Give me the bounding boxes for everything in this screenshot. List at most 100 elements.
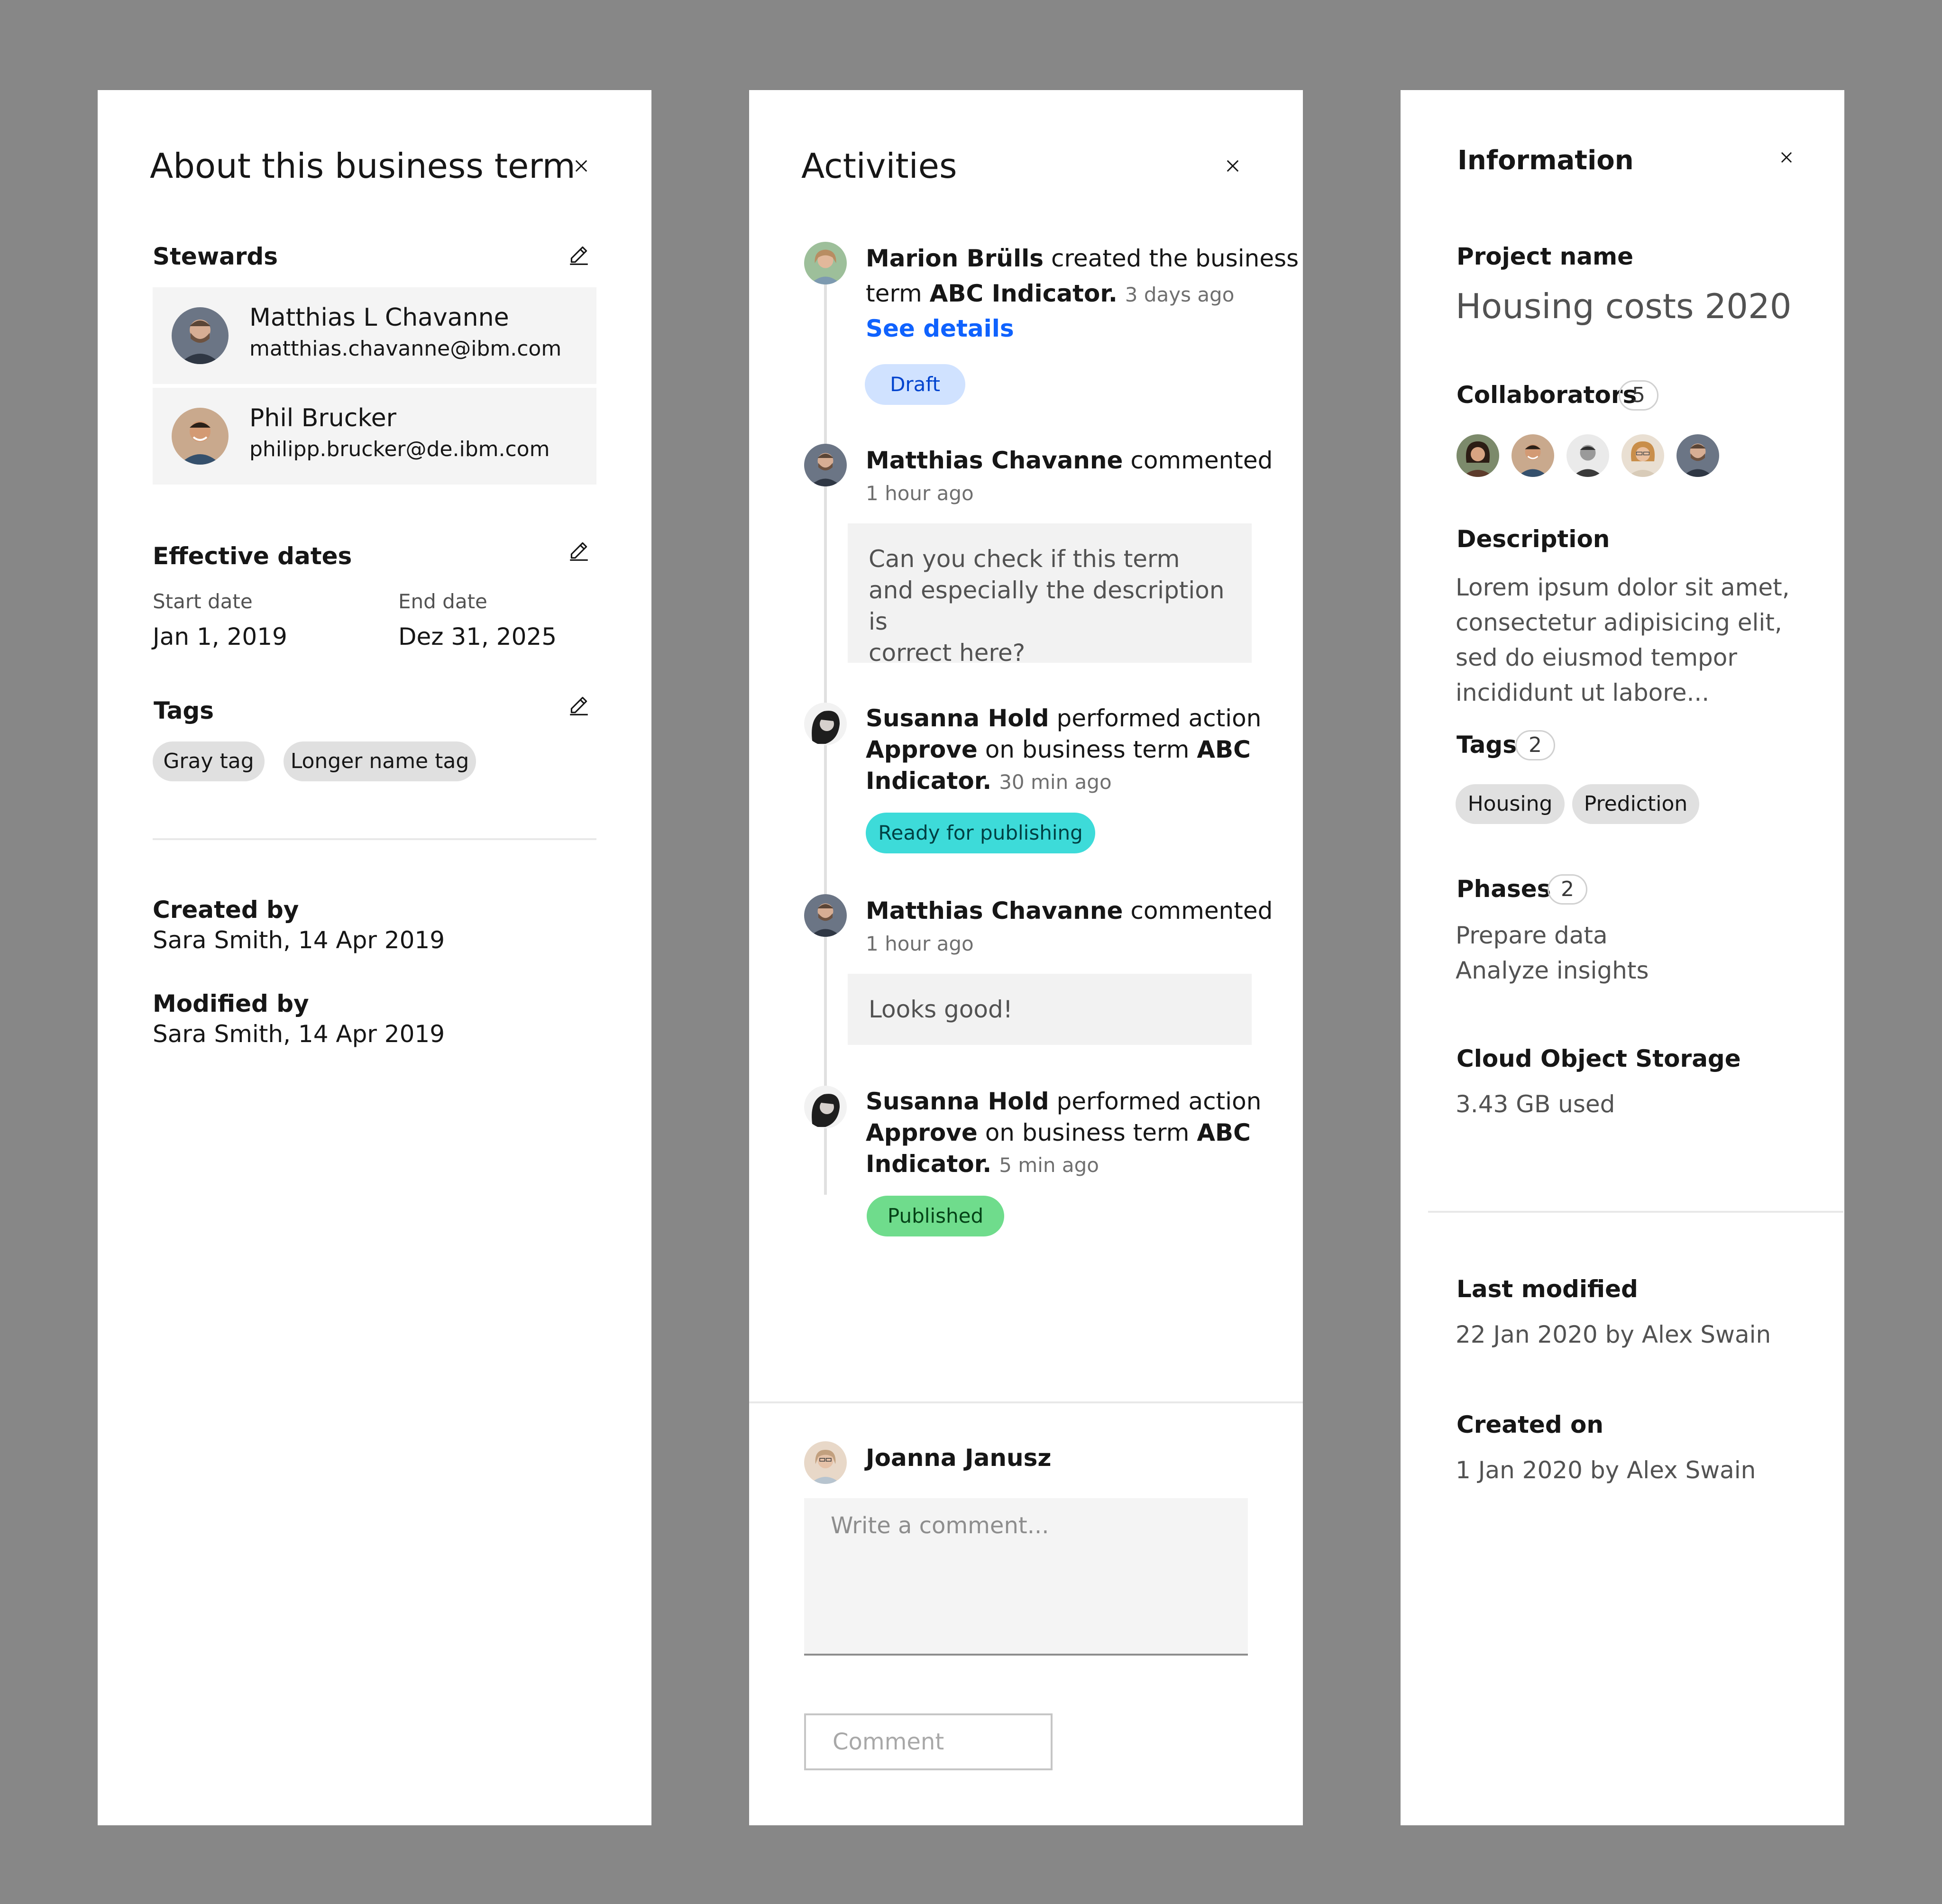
last-modified-label: Last modified <box>1456 1275 1638 1303</box>
avatar <box>804 242 847 284</box>
avatar[interactable] <box>1511 434 1554 477</box>
activity-period: . <box>982 1150 992 1178</box>
status-badge: Draft <box>865 364 965 405</box>
start-date-label: Start date <box>153 590 253 613</box>
storage-label: Cloud Object Storage <box>1456 1045 1741 1072</box>
steward-card[interactable]: Matthias L Chavanne matthias.chavanne@ib… <box>153 287 596 384</box>
activity-line: term ABC Indicator. 3 days ago <box>866 278 1234 311</box>
tag[interactable]: Prediction <box>1572 784 1699 824</box>
activity-author[interactable]: Matthias Chavanne <box>866 897 1123 925</box>
composer-divider <box>749 1401 1303 1403</box>
avatar[interactable] <box>1676 434 1719 477</box>
activity-action: Approve <box>866 736 978 763</box>
created-by-value: Sara Smith, 14 Apr 2019 <box>153 926 445 954</box>
activity-line: Susanna Hold performed action <box>866 703 1261 734</box>
tag[interactable]: Longer name tag <box>284 741 476 781</box>
steward-email: matthias.chavanne@ibm.com <box>249 337 562 361</box>
tag[interactable]: Gray tag <box>153 741 265 781</box>
activity-text: created the business <box>1051 245 1299 272</box>
activity-author[interactable]: Susanna Hold <box>866 705 1049 732</box>
avatar <box>804 444 847 486</box>
activity-object: ABC <box>1197 1119 1251 1146</box>
activity-text: term <box>866 280 922 307</box>
comment-button[interactable]: Comment <box>804 1713 1053 1770</box>
see-details-link[interactable]: See details <box>866 315 1014 342</box>
composer-author: Joanna Janusz <box>866 1442 1051 1474</box>
collaborators-label: Collaborators <box>1456 381 1637 409</box>
activity-period: . <box>1108 280 1118 307</box>
about-panel: About this business term Stewards Matthi… <box>98 90 651 1825</box>
avatar <box>804 894 847 937</box>
project-name-label: Project name <box>1456 243 1633 270</box>
activity-timestamp: 1 hour ago <box>866 482 974 505</box>
close-icon[interactable] <box>572 156 591 175</box>
edit-dates-icon[interactable] <box>567 539 591 562</box>
activity-line: Indicator. 5 min ago <box>866 1148 1099 1181</box>
activity-line: Matthias Chavanne commented <box>866 895 1273 926</box>
collaborators-count: 5 <box>1619 380 1658 411</box>
activity-text: performed action <box>1056 705 1262 732</box>
modified-by-label: Modified by <box>153 990 309 1017</box>
activity-timestamp: 30 min ago <box>999 770 1112 794</box>
activity-text: commented <box>1130 447 1273 474</box>
activity-author[interactable]: Susanna Hold <box>866 1088 1049 1115</box>
close-icon[interactable] <box>1223 156 1242 175</box>
activities-panel: Activities Marion Brülls created the bus… <box>749 90 1303 1825</box>
steward-email: philipp.brucker@de.ibm.com <box>249 437 550 461</box>
activity-author[interactable]: Marion Brülls <box>866 245 1044 272</box>
storage-value: 3.43 GB used <box>1456 1090 1615 1118</box>
phase-item: Analyze insights <box>1456 957 1649 984</box>
avatar[interactable] <box>1456 434 1499 477</box>
activity-timestamp: 5 min ago <box>999 1153 1099 1177</box>
tag[interactable]: Housing <box>1456 784 1565 824</box>
avatar[interactable] <box>1621 434 1664 477</box>
divider <box>153 838 596 840</box>
edit-tags-icon[interactable] <box>567 693 591 717</box>
activity-timestamp: 1 hour ago <box>866 932 974 955</box>
comment-bubble: Looks good! <box>848 974 1252 1045</box>
steward-card[interactable]: Phil Brucker philipp.brucker@de.ibm.com <box>153 388 596 485</box>
steward-name: Matthias L Chavanne <box>249 303 509 332</box>
tags-label: Tags <box>1456 731 1517 759</box>
panel-title: Information <box>1457 145 1634 176</box>
created-on-label: Created on <box>1456 1411 1603 1438</box>
description-text: Lorem ipsum dolor sit amet, consectetur … <box>1456 570 1790 710</box>
activity-object: ABC <box>1197 736 1251 763</box>
activity-line: Marion Brülls created the business <box>866 243 1299 274</box>
created-by-label: Created by <box>153 896 299 924</box>
comment-line: Looks good! <box>869 996 1013 1023</box>
activity-line: Approve on business term ABC <box>866 734 1251 765</box>
start-date-value: Jan 1, 2019 <box>153 623 287 650</box>
stewards-label: Stewards <box>153 243 278 270</box>
panel-title: About this business term <box>150 146 576 186</box>
description-label: Description <box>1456 525 1610 553</box>
end-date-value: Dez 31, 2025 <box>398 623 557 650</box>
avatar[interactable] <box>1566 434 1609 477</box>
activity-action: Approve <box>866 1119 978 1146</box>
activity-line: Indicator. 30 min ago <box>866 765 1112 798</box>
info-panel: Information Project name Housing costs 2… <box>1401 90 1844 1825</box>
activity-line: Matthias Chavanne commented <box>866 445 1273 476</box>
activity-line: Approve on business term ABC <box>866 1117 1251 1148</box>
avatar <box>804 1441 847 1484</box>
comment-line: correct here? <box>869 639 1026 667</box>
activity-author[interactable]: Matthias Chavanne <box>866 447 1123 474</box>
description-line: incididunt ut labore... <box>1456 679 1710 706</box>
phases-count: 2 <box>1548 874 1587 905</box>
activity-object: Indicator <box>866 767 983 795</box>
tags-count: 2 <box>1515 730 1555 760</box>
close-icon[interactable] <box>1778 149 1795 166</box>
edit-stewards-icon[interactable] <box>567 243 591 266</box>
tags-label: Tags <box>154 697 214 724</box>
comment-input[interactable] <box>804 1498 1248 1656</box>
composer-author-name: Joanna Janusz <box>866 1444 1052 1472</box>
activity-timestamp: 3 days ago <box>1125 283 1235 306</box>
panel-title: Activities <box>801 146 957 186</box>
activity-text: on business term <box>985 1119 1190 1146</box>
status-badge: Published <box>867 1196 1004 1236</box>
description-line: sed do eiusmod tempor <box>1456 644 1737 671</box>
activity-text: on business term <box>985 736 1190 763</box>
modified-by-value: Sara Smith, 14 Apr 2019 <box>153 1020 445 1048</box>
activity-period: . <box>982 767 992 795</box>
description-line: Lorem ipsum dolor sit amet, <box>1456 574 1790 601</box>
